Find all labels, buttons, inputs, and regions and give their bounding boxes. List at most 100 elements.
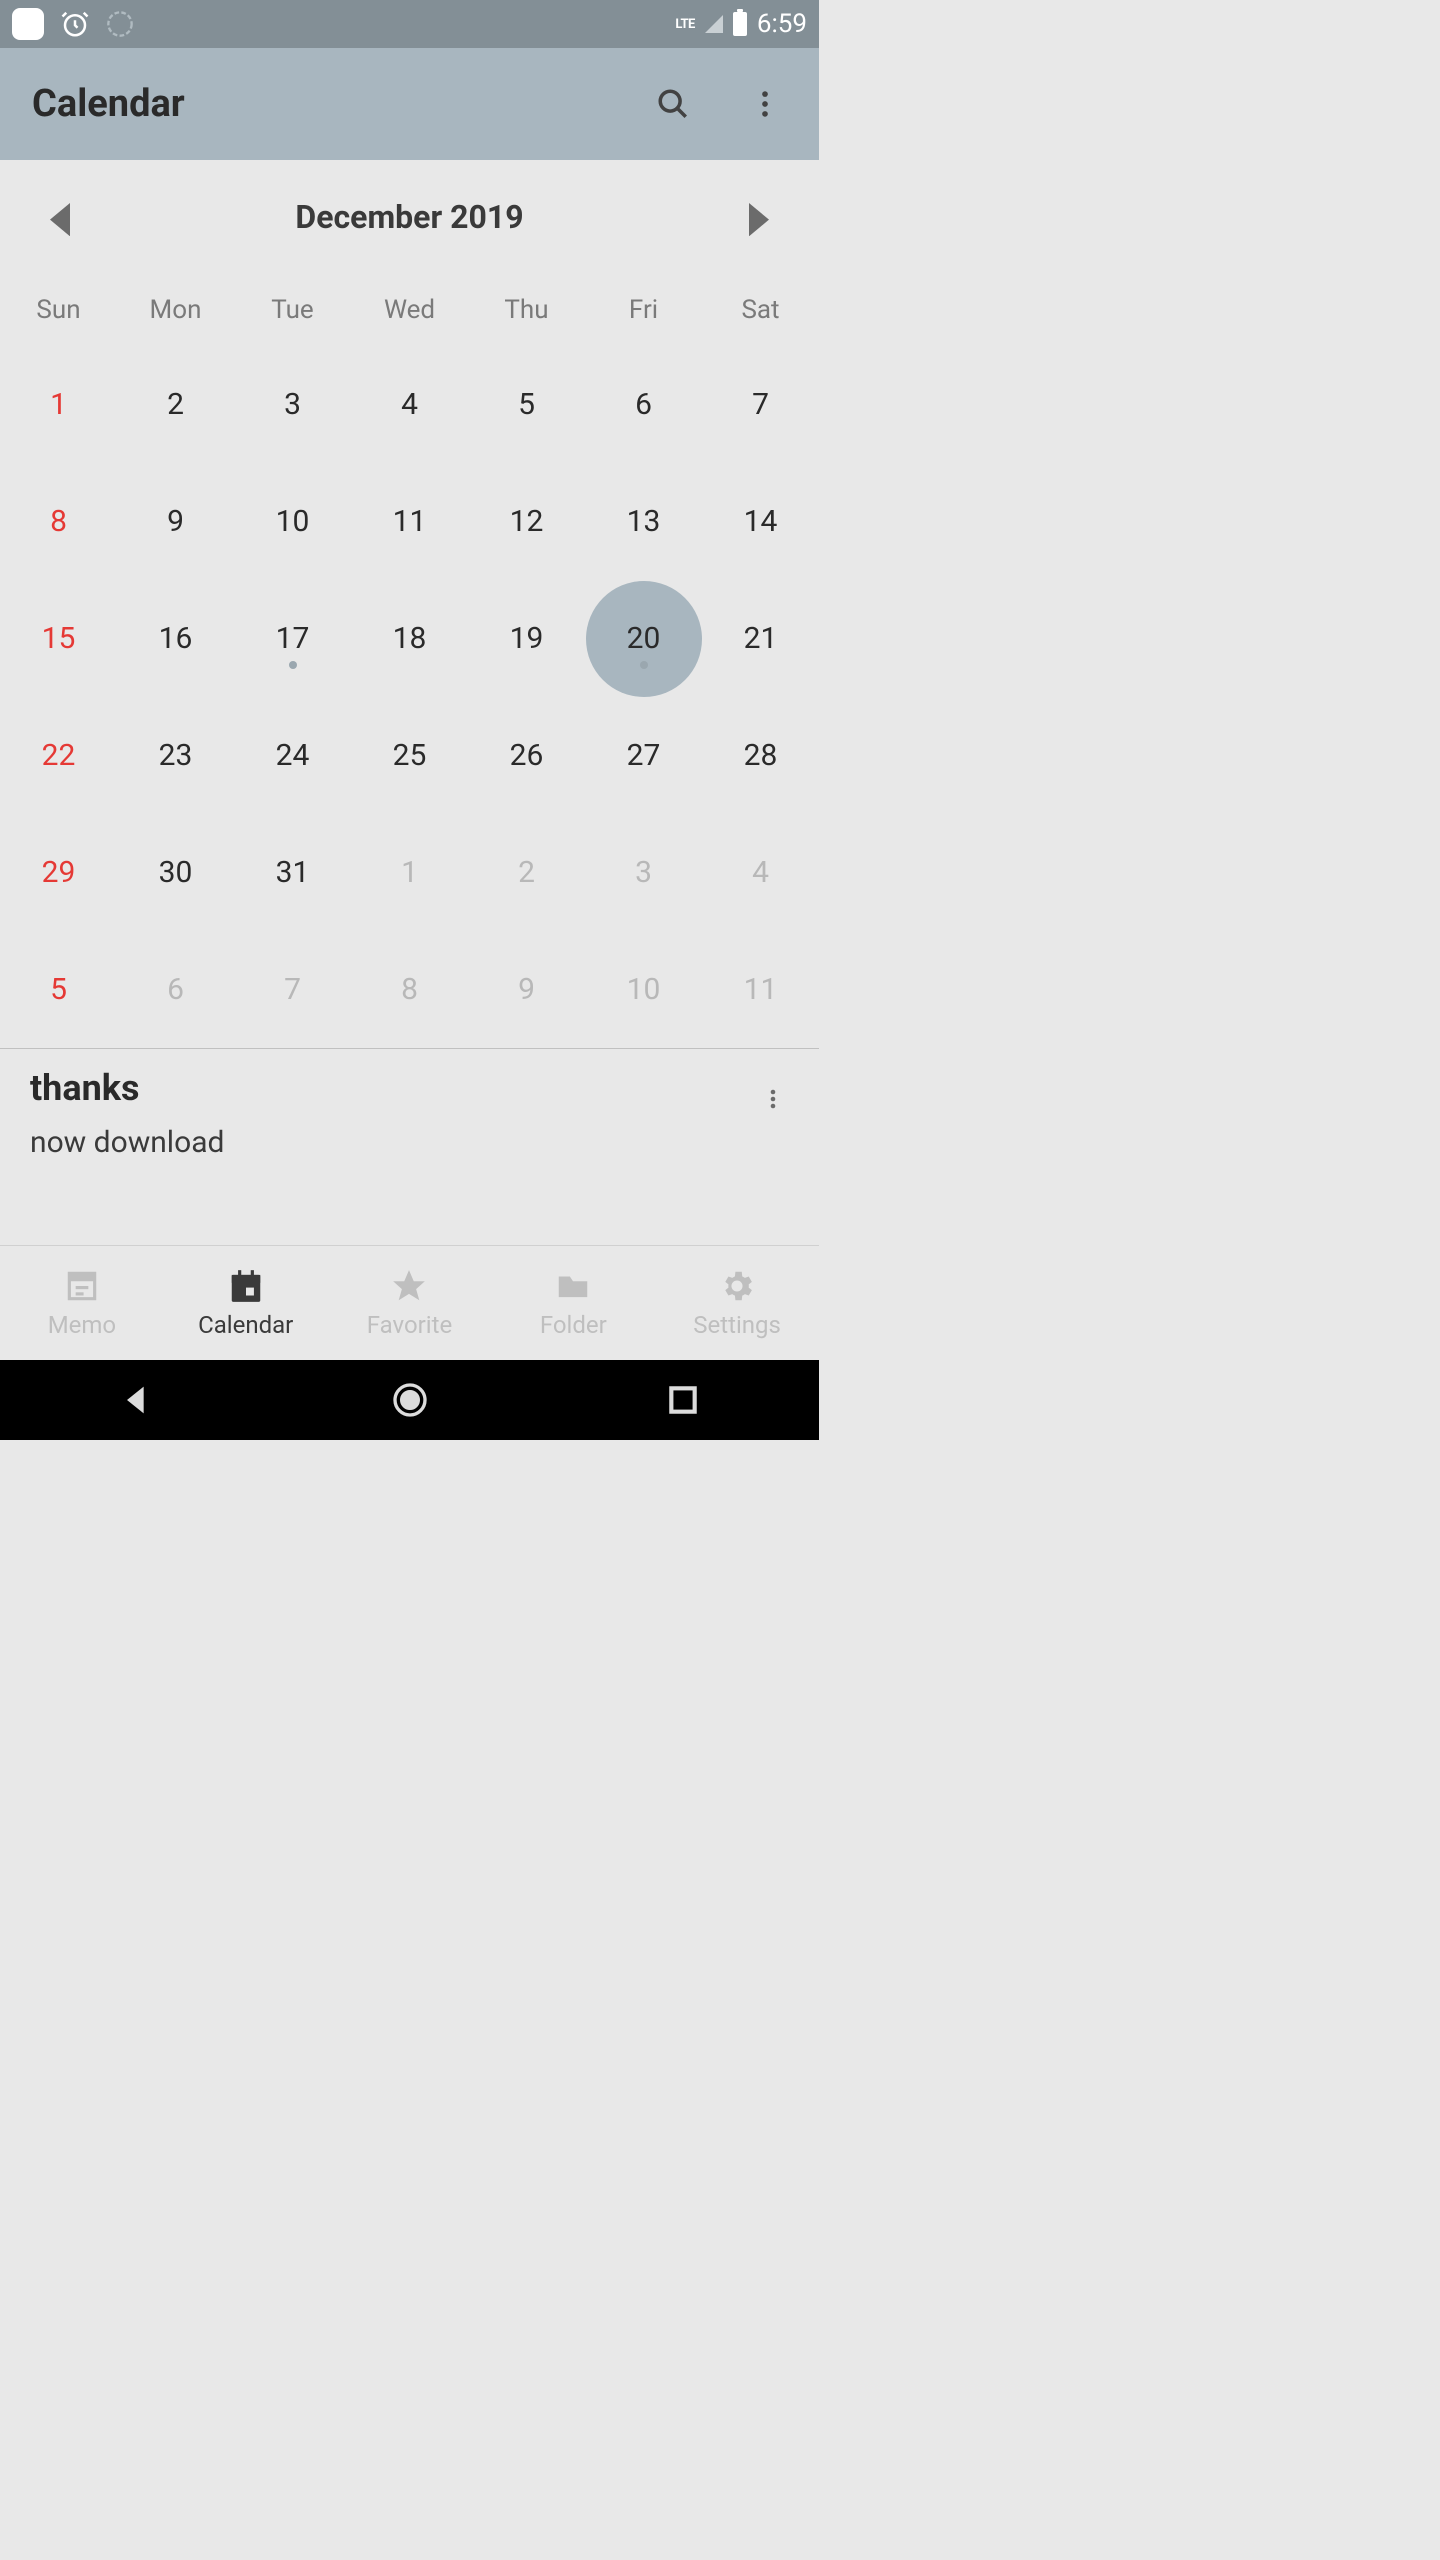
nav-label: Settings	[693, 1311, 781, 1339]
lte-indicator: LTE	[675, 17, 694, 32]
calendar-day[interactable]: 18	[351, 580, 468, 697]
calendar-day[interactable]: 11	[702, 931, 819, 1048]
calendar-day[interactable]: 2	[117, 346, 234, 463]
calendar-day[interactable]: 10	[585, 931, 702, 1048]
app-bar: Calendar	[0, 48, 819, 160]
status-bar: LTE 6:59	[0, 0, 819, 48]
weekday-tue: Tue	[234, 274, 351, 346]
system-back-button[interactable]	[117, 1380, 157, 1420]
calendar-day[interactable]: 21	[702, 580, 819, 697]
folder-icon	[554, 1267, 592, 1305]
home-icon	[390, 1380, 430, 1420]
search-icon	[656, 87, 690, 121]
weekday-sun: Sun	[0, 274, 117, 346]
calendar-day[interactable]: 7	[234, 931, 351, 1048]
event-subtitle: now download	[30, 1125, 789, 1160]
weekday-mon: Mon	[117, 274, 234, 346]
gear-icon	[718, 1267, 756, 1305]
weekday-wed: Wed	[351, 274, 468, 346]
calendar-icon	[227, 1267, 265, 1305]
chevron-right-icon	[749, 203, 769, 236]
nav-memo[interactable]: Memo	[0, 1246, 164, 1360]
calendar-day[interactable]: 8	[351, 931, 468, 1048]
signal-icon	[705, 15, 723, 33]
calendar-day[interactable]: 24	[234, 697, 351, 814]
star-icon	[390, 1267, 428, 1305]
calendar-day[interactable]: 26	[468, 697, 585, 814]
calendar-day[interactable]: 19	[468, 580, 585, 697]
nav-favorite[interactable]: Favorite	[328, 1246, 492, 1360]
status-left	[12, 8, 134, 40]
event-dot	[640, 661, 648, 669]
nav-folder[interactable]: Folder	[491, 1246, 655, 1360]
calendar-day[interactable]: 2	[468, 814, 585, 931]
nav-label: Favorite	[367, 1311, 452, 1339]
nav-label: Folder	[540, 1311, 607, 1339]
recent-icon	[663, 1380, 703, 1420]
month-year-label[interactable]: December 2019	[295, 198, 523, 236]
calendar-grid: 1234567891011121314151617181920212223242…	[0, 346, 819, 1048]
calendar-day[interactable]: 8	[0, 463, 117, 580]
weekday-header: Sun Mon Tue Wed Thu Fri Sat	[0, 274, 819, 346]
calendar-day[interactable]: 15	[0, 580, 117, 697]
calendar-day[interactable]: 25	[351, 697, 468, 814]
system-navigation	[0, 1360, 819, 1440]
alarm-icon	[60, 9, 90, 39]
nav-calendar[interactable]: Calendar	[164, 1246, 328, 1360]
calendar-day[interactable]: 22	[0, 697, 117, 814]
calendar-day[interactable]: 4	[702, 814, 819, 931]
calendar-day[interactable]: 4	[351, 346, 468, 463]
weekday-sat: Sat	[702, 274, 819, 346]
calendar-day[interactable]: 1	[0, 346, 117, 463]
calendar-day[interactable]: 5	[468, 346, 585, 463]
calendar-day[interactable]: 28	[702, 697, 819, 814]
status-right: LTE 6:59	[675, 9, 807, 39]
next-month-button[interactable]	[749, 203, 769, 231]
more-button[interactable]	[743, 82, 787, 126]
calendar-day[interactable]: 3	[234, 346, 351, 463]
calendar-day[interactable]: 5	[0, 931, 117, 1048]
calendar-day[interactable]: 1	[351, 814, 468, 931]
calendar-day[interactable]: 13	[585, 463, 702, 580]
loading-icon	[106, 10, 134, 38]
month-navigation: December 2019	[0, 160, 819, 274]
event-title: thanks	[30, 1067, 789, 1109]
chevron-left-icon	[50, 203, 70, 236]
event-dot	[289, 661, 297, 669]
calendar-day[interactable]: 11	[351, 463, 468, 580]
nav-label: Calendar	[198, 1311, 293, 1339]
clock-time: 6:59	[757, 9, 807, 39]
calendar-day[interactable]: 23	[117, 697, 234, 814]
calendar-day[interactable]: 27	[585, 697, 702, 814]
page-title: Calendar	[32, 82, 185, 126]
calendar-day[interactable]: 29	[0, 814, 117, 931]
event-more-button[interactable]	[757, 1083, 789, 1115]
weekday-fri: Fri	[585, 274, 702, 346]
calendar-day[interactable]: 20	[585, 580, 702, 697]
memo-icon	[63, 1267, 101, 1305]
calendar-day[interactable]: 3	[585, 814, 702, 931]
calendar-day[interactable]: 9	[117, 463, 234, 580]
calendar-day[interactable]: 7	[702, 346, 819, 463]
search-button[interactable]	[651, 82, 695, 126]
calendar-day[interactable]: 6	[585, 346, 702, 463]
event-item[interactable]: thanks now download	[0, 1049, 819, 1178]
bottom-navigation: Memo Calendar Favorite Folder Settings	[0, 1245, 819, 1360]
nav-settings[interactable]: Settings	[655, 1246, 819, 1360]
system-home-button[interactable]	[390, 1380, 430, 1420]
calendar-day[interactable]: 9	[468, 931, 585, 1048]
calendar-day[interactable]: 6	[117, 931, 234, 1048]
nav-label: Memo	[48, 1311, 116, 1339]
calendar-day[interactable]: 31	[234, 814, 351, 931]
calendar-day[interactable]: 30	[117, 814, 234, 931]
prev-month-button[interactable]	[50, 203, 70, 231]
calendar-day[interactable]: 16	[117, 580, 234, 697]
calendar-day[interactable]: 12	[468, 463, 585, 580]
calendar-day[interactable]: 10	[234, 463, 351, 580]
more-vert-icon	[748, 87, 782, 121]
back-icon	[117, 1380, 157, 1420]
calendar-day[interactable]: 17	[234, 580, 351, 697]
system-recent-button[interactable]	[663, 1380, 703, 1420]
weekday-thu: Thu	[468, 274, 585, 346]
calendar-day[interactable]: 14	[702, 463, 819, 580]
